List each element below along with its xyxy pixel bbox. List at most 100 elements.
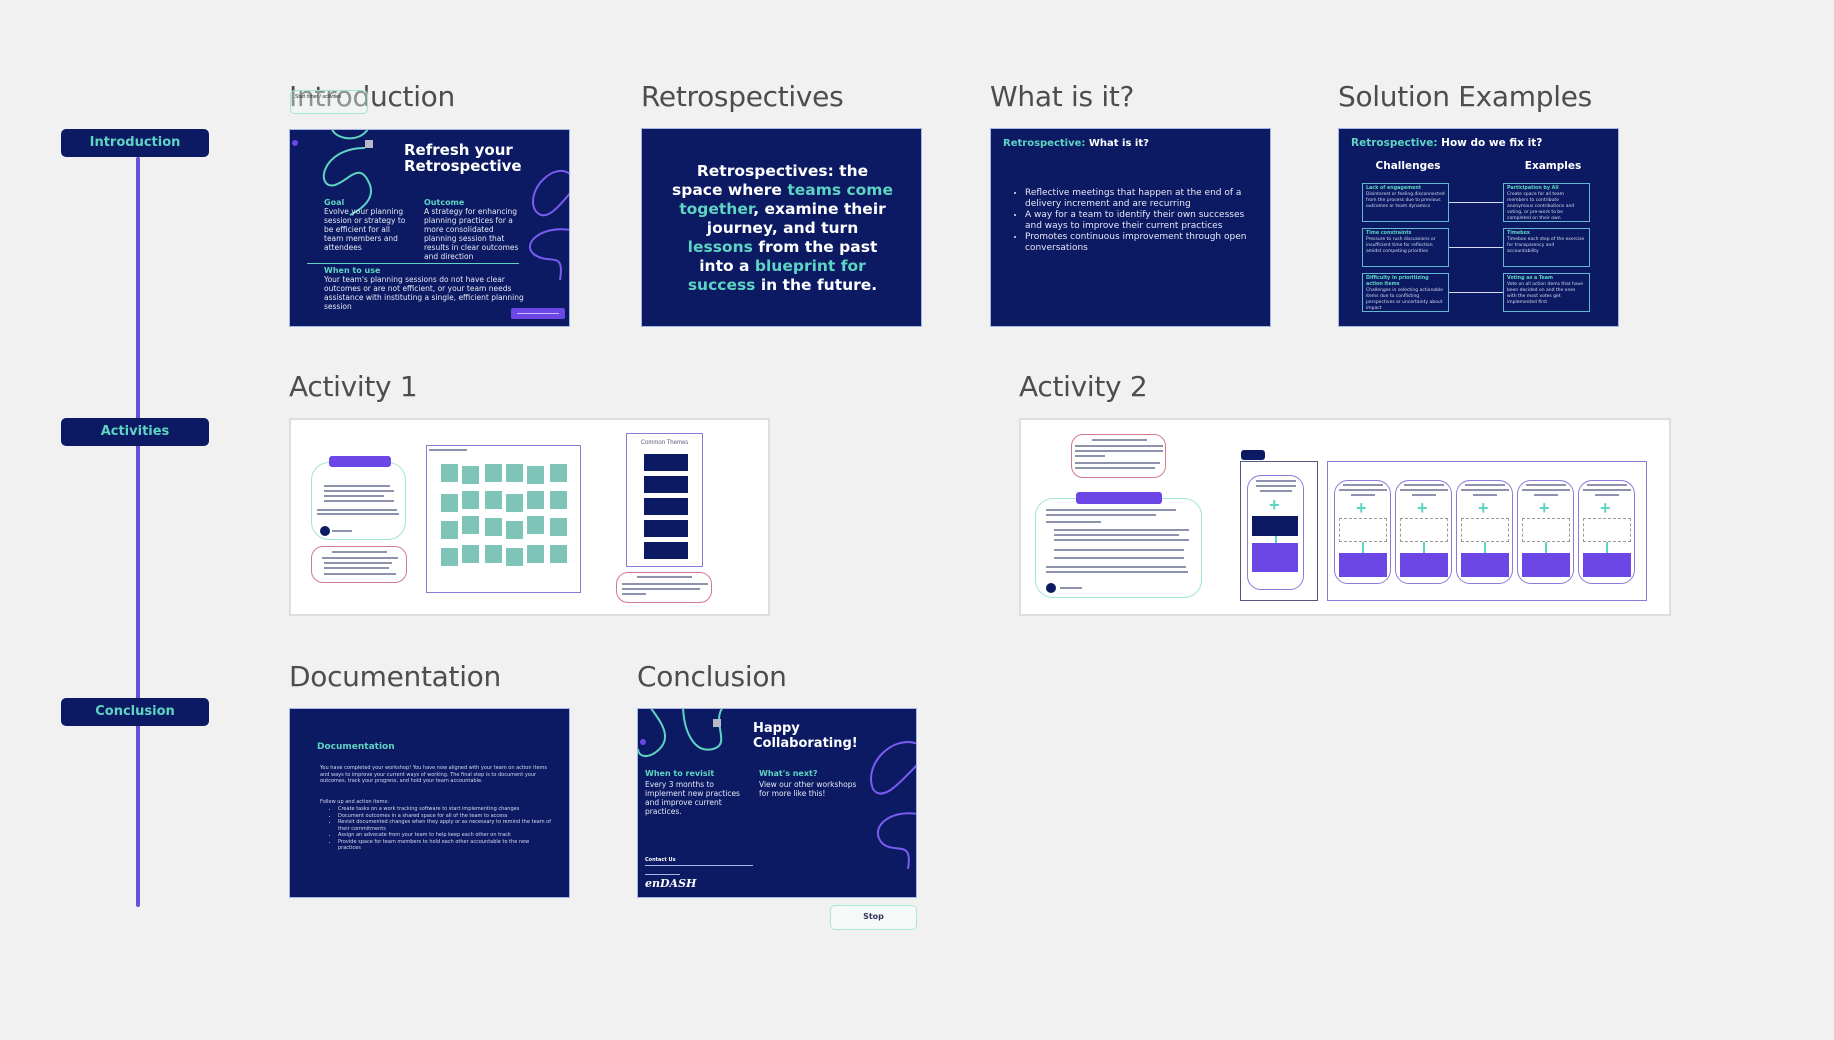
result-block xyxy=(1583,553,1631,577)
action-items-list: Create tasks on a work tracking software… xyxy=(332,806,552,852)
sticky-note[interactable] xyxy=(441,548,458,566)
instructions-card[interactable] xyxy=(1035,498,1202,598)
sticky-note[interactable] xyxy=(485,545,502,563)
sticky-note[interactable] xyxy=(441,494,458,512)
heading: How do we fix it? xyxy=(1441,137,1543,149)
result-block xyxy=(1400,553,1448,577)
sticky-note[interactable] xyxy=(550,545,567,563)
example-box: Voting as a Team Vote on all action items… xyxy=(1503,273,1590,312)
next-label: What's next? xyxy=(759,769,818,778)
sticky-note[interactable] xyxy=(462,545,479,563)
sticky-note[interactable] xyxy=(485,491,502,509)
section-title-solution-examples: Solution Examples xyxy=(1338,80,1592,113)
timeline-item-introduction[interactable]: Introduction xyxy=(61,129,209,157)
plus-icon[interactable]: + xyxy=(1356,499,1367,517)
challenge-box: Lack of engagement Disinterest or feeling… xyxy=(1362,183,1449,222)
sticky-note[interactable] xyxy=(550,518,567,536)
slide-conclusion[interactable]: Happy Collaborating! When to revisit Eve… xyxy=(637,708,917,898)
outcome-text: A strategy for enhancing planning practi… xyxy=(424,207,519,261)
arrow-icon xyxy=(1449,292,1503,293)
result-block xyxy=(1339,553,1387,577)
section-title-conclusion: Conclusion xyxy=(637,660,787,693)
plus-icon[interactable]: + xyxy=(1600,499,1611,517)
sticky-note[interactable] xyxy=(506,521,523,539)
slide-heading: Documentation xyxy=(317,742,395,752)
drop-zone[interactable] xyxy=(1400,518,1448,542)
divider xyxy=(645,874,680,875)
slide-retrospectives[interactable]: Retrospectives: the space where teams co… xyxy=(641,128,922,327)
drop-zone[interactable] xyxy=(1583,518,1631,542)
sticky-note[interactable] xyxy=(527,466,544,484)
sticky-note[interactable] xyxy=(550,491,567,509)
card-header xyxy=(1076,492,1162,504)
drop-zone[interactable] xyxy=(1461,518,1509,542)
slide-introduction[interactable]: Refresh your Retrospective Goal Evolve y… xyxy=(289,129,570,327)
sticky-note[interactable] xyxy=(462,516,479,534)
sticky-board[interactable] xyxy=(426,445,581,593)
goal-label: Goal xyxy=(324,198,345,207)
overlay-sticky-note[interactable]: Start timer / activities xyxy=(290,90,368,114)
instructions-card[interactable] xyxy=(311,462,406,540)
sticky-note[interactable] xyxy=(527,516,544,534)
plus-icon[interactable]: + xyxy=(1269,496,1280,514)
theme-block xyxy=(644,498,688,515)
sticky-note[interactable] xyxy=(485,464,502,482)
sticky-note[interactable] xyxy=(506,494,523,512)
sticky-note[interactable] xyxy=(506,464,523,482)
slide-heading: Happy Collaborating! xyxy=(753,721,858,751)
notes-card[interactable] xyxy=(311,546,407,583)
themes-column[interactable]: Common Themes xyxy=(626,433,703,567)
sticky-note[interactable] xyxy=(462,491,479,509)
plus-icon[interactable]: + xyxy=(1539,499,1550,517)
sticky-note[interactable] xyxy=(527,491,544,509)
activity-1-frame[interactable]: Common Themes xyxy=(289,418,770,616)
action-column[interactable]: + xyxy=(1578,480,1635,584)
sticky-note[interactable] xyxy=(441,464,458,482)
sticky-note[interactable] xyxy=(550,464,567,482)
activity-2-frame[interactable]: + + + + + + xyxy=(1019,418,1671,616)
notes-card[interactable] xyxy=(616,572,712,603)
section-title-retrospectives: Retrospectives xyxy=(641,80,844,113)
action-column[interactable]: + xyxy=(1395,480,1452,584)
action-column[interactable]: + xyxy=(1517,480,1574,584)
section-title-documentation: Documentation xyxy=(289,660,501,693)
arrow-icon xyxy=(1449,247,1503,248)
example-box: Timebox Timebox each step of the exercise… xyxy=(1503,228,1590,267)
section-title-what-is-it: What is it? xyxy=(990,80,1135,113)
plus-icon[interactable]: + xyxy=(1417,499,1428,517)
drop-zone[interactable] xyxy=(1522,518,1570,542)
section-title-activity-2: Activity 2 xyxy=(1019,370,1148,403)
slide-documentation[interactable]: Documentation You have completed your wo… xyxy=(289,708,570,898)
stop-button[interactable]: Stop xyxy=(830,905,917,930)
slide-heading: Refresh your Retrospective xyxy=(404,141,522,175)
example-box: Participation by All Create space for all… xyxy=(1503,183,1590,222)
sticky-note[interactable] xyxy=(485,518,502,536)
challenge-box: Time constraints Pressure to rush discuss… xyxy=(1362,228,1449,267)
quote-accent-text: lessons xyxy=(687,238,753,256)
intro-text: You have completed your workshop! You ha… xyxy=(320,765,547,784)
slide-solution-examples[interactable]: Retrospective: How do we fix it? Challen… xyxy=(1338,128,1619,327)
notes-card[interactable] xyxy=(1071,434,1166,478)
sticky-note[interactable] xyxy=(441,521,458,539)
sticky-note[interactable] xyxy=(462,466,479,484)
action-columns-frame[interactable]: + + + + + xyxy=(1327,461,1647,601)
sticky-note[interactable] xyxy=(527,545,544,563)
example-column[interactable]: + xyxy=(1240,461,1318,601)
slide-button[interactable] xyxy=(511,308,565,319)
sticky-note[interactable] xyxy=(506,548,523,566)
divider xyxy=(307,263,519,264)
column-challenges: Challenges xyxy=(1375,160,1441,172)
plus-icon[interactable]: + xyxy=(1478,499,1489,517)
slide-what-is-it[interactable]: Retrospective: What is it? Reflective me… xyxy=(990,128,1271,327)
action-item: Revisit documented changes when they app… xyxy=(338,819,552,832)
clock-icon xyxy=(320,526,330,536)
timeline-item-conclusion[interactable]: Conclusion xyxy=(61,698,209,726)
action-column[interactable]: + xyxy=(1456,480,1513,584)
when-text: Your team's planning sessions do not hav… xyxy=(324,275,524,311)
action-column[interactable]: + xyxy=(1334,480,1391,584)
divider xyxy=(645,865,753,866)
contact-label[interactable]: Contact Us xyxy=(645,857,676,863)
drop-zone[interactable] xyxy=(1339,518,1387,542)
timeline-item-activities[interactable]: Activities xyxy=(61,418,209,446)
outcome-label: Outcome xyxy=(424,198,465,207)
